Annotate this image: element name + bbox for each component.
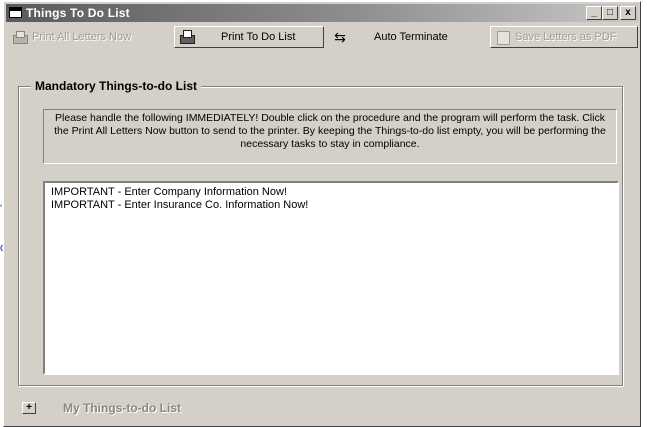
- window-title: Things To Do List: [26, 6, 130, 20]
- toolbar: Print All Letters Now Print To Do List ⇆…: [6, 24, 638, 50]
- minimize-icon: _: [591, 7, 597, 18]
- side-mark-top: ': [0, 203, 3, 215]
- print-to-do-list-label: Print To Do List: [221, 31, 296, 43]
- instructions-text: Please handle the following IMMEDIATELY!…: [43, 109, 617, 164]
- mandatory-todo-list[interactable]: IMPORTANT - Enter Company Information No…: [43, 181, 619, 375]
- save-letters-pdf-button[interactable]: Save Letters as PDF: [490, 26, 638, 48]
- print-to-do-list-button[interactable]: Print To Do List: [174, 26, 324, 48]
- title-bar[interactable]: Things To Do List _ □ x: [6, 4, 638, 22]
- maximize-icon: □: [606, 7, 614, 18]
- my-things-to-do-label: My Things-to-do List: [63, 401, 181, 415]
- close-button[interactable]: x: [620, 6, 636, 20]
- expand-toggle-button[interactable]: +: [22, 402, 36, 414]
- plus-icon: +: [26, 402, 32, 413]
- auto-terminate-label: Auto Terminate: [374, 31, 448, 43]
- print-all-letters-button[interactable]: Print All Letters Now: [8, 26, 168, 48]
- terminate-icon: ⇆: [334, 29, 346, 45]
- maximize-button[interactable]: □: [602, 6, 618, 20]
- pdf-icon: [495, 30, 511, 45]
- window-icon: [9, 7, 22, 18]
- save-letters-pdf-label: Save Letters as PDF: [515, 31, 617, 43]
- print-all-letters-label: Print All Letters Now: [32, 31, 132, 43]
- mandatory-group-title: Mandatory Things-to-do List: [31, 79, 201, 93]
- minimize-button[interactable]: _: [586, 6, 602, 20]
- list-item[interactable]: IMPORTANT - Enter Company Information No…: [51, 186, 611, 199]
- close-icon: x: [625, 7, 631, 18]
- printer-icon: [12, 30, 28, 44]
- printer-icon: [179, 30, 195, 44]
- list-item[interactable]: IMPORTANT - Enter Insurance Co. Informat…: [51, 199, 611, 212]
- auto-terminate-button[interactable]: ⇆ Auto Terminate: [328, 26, 486, 48]
